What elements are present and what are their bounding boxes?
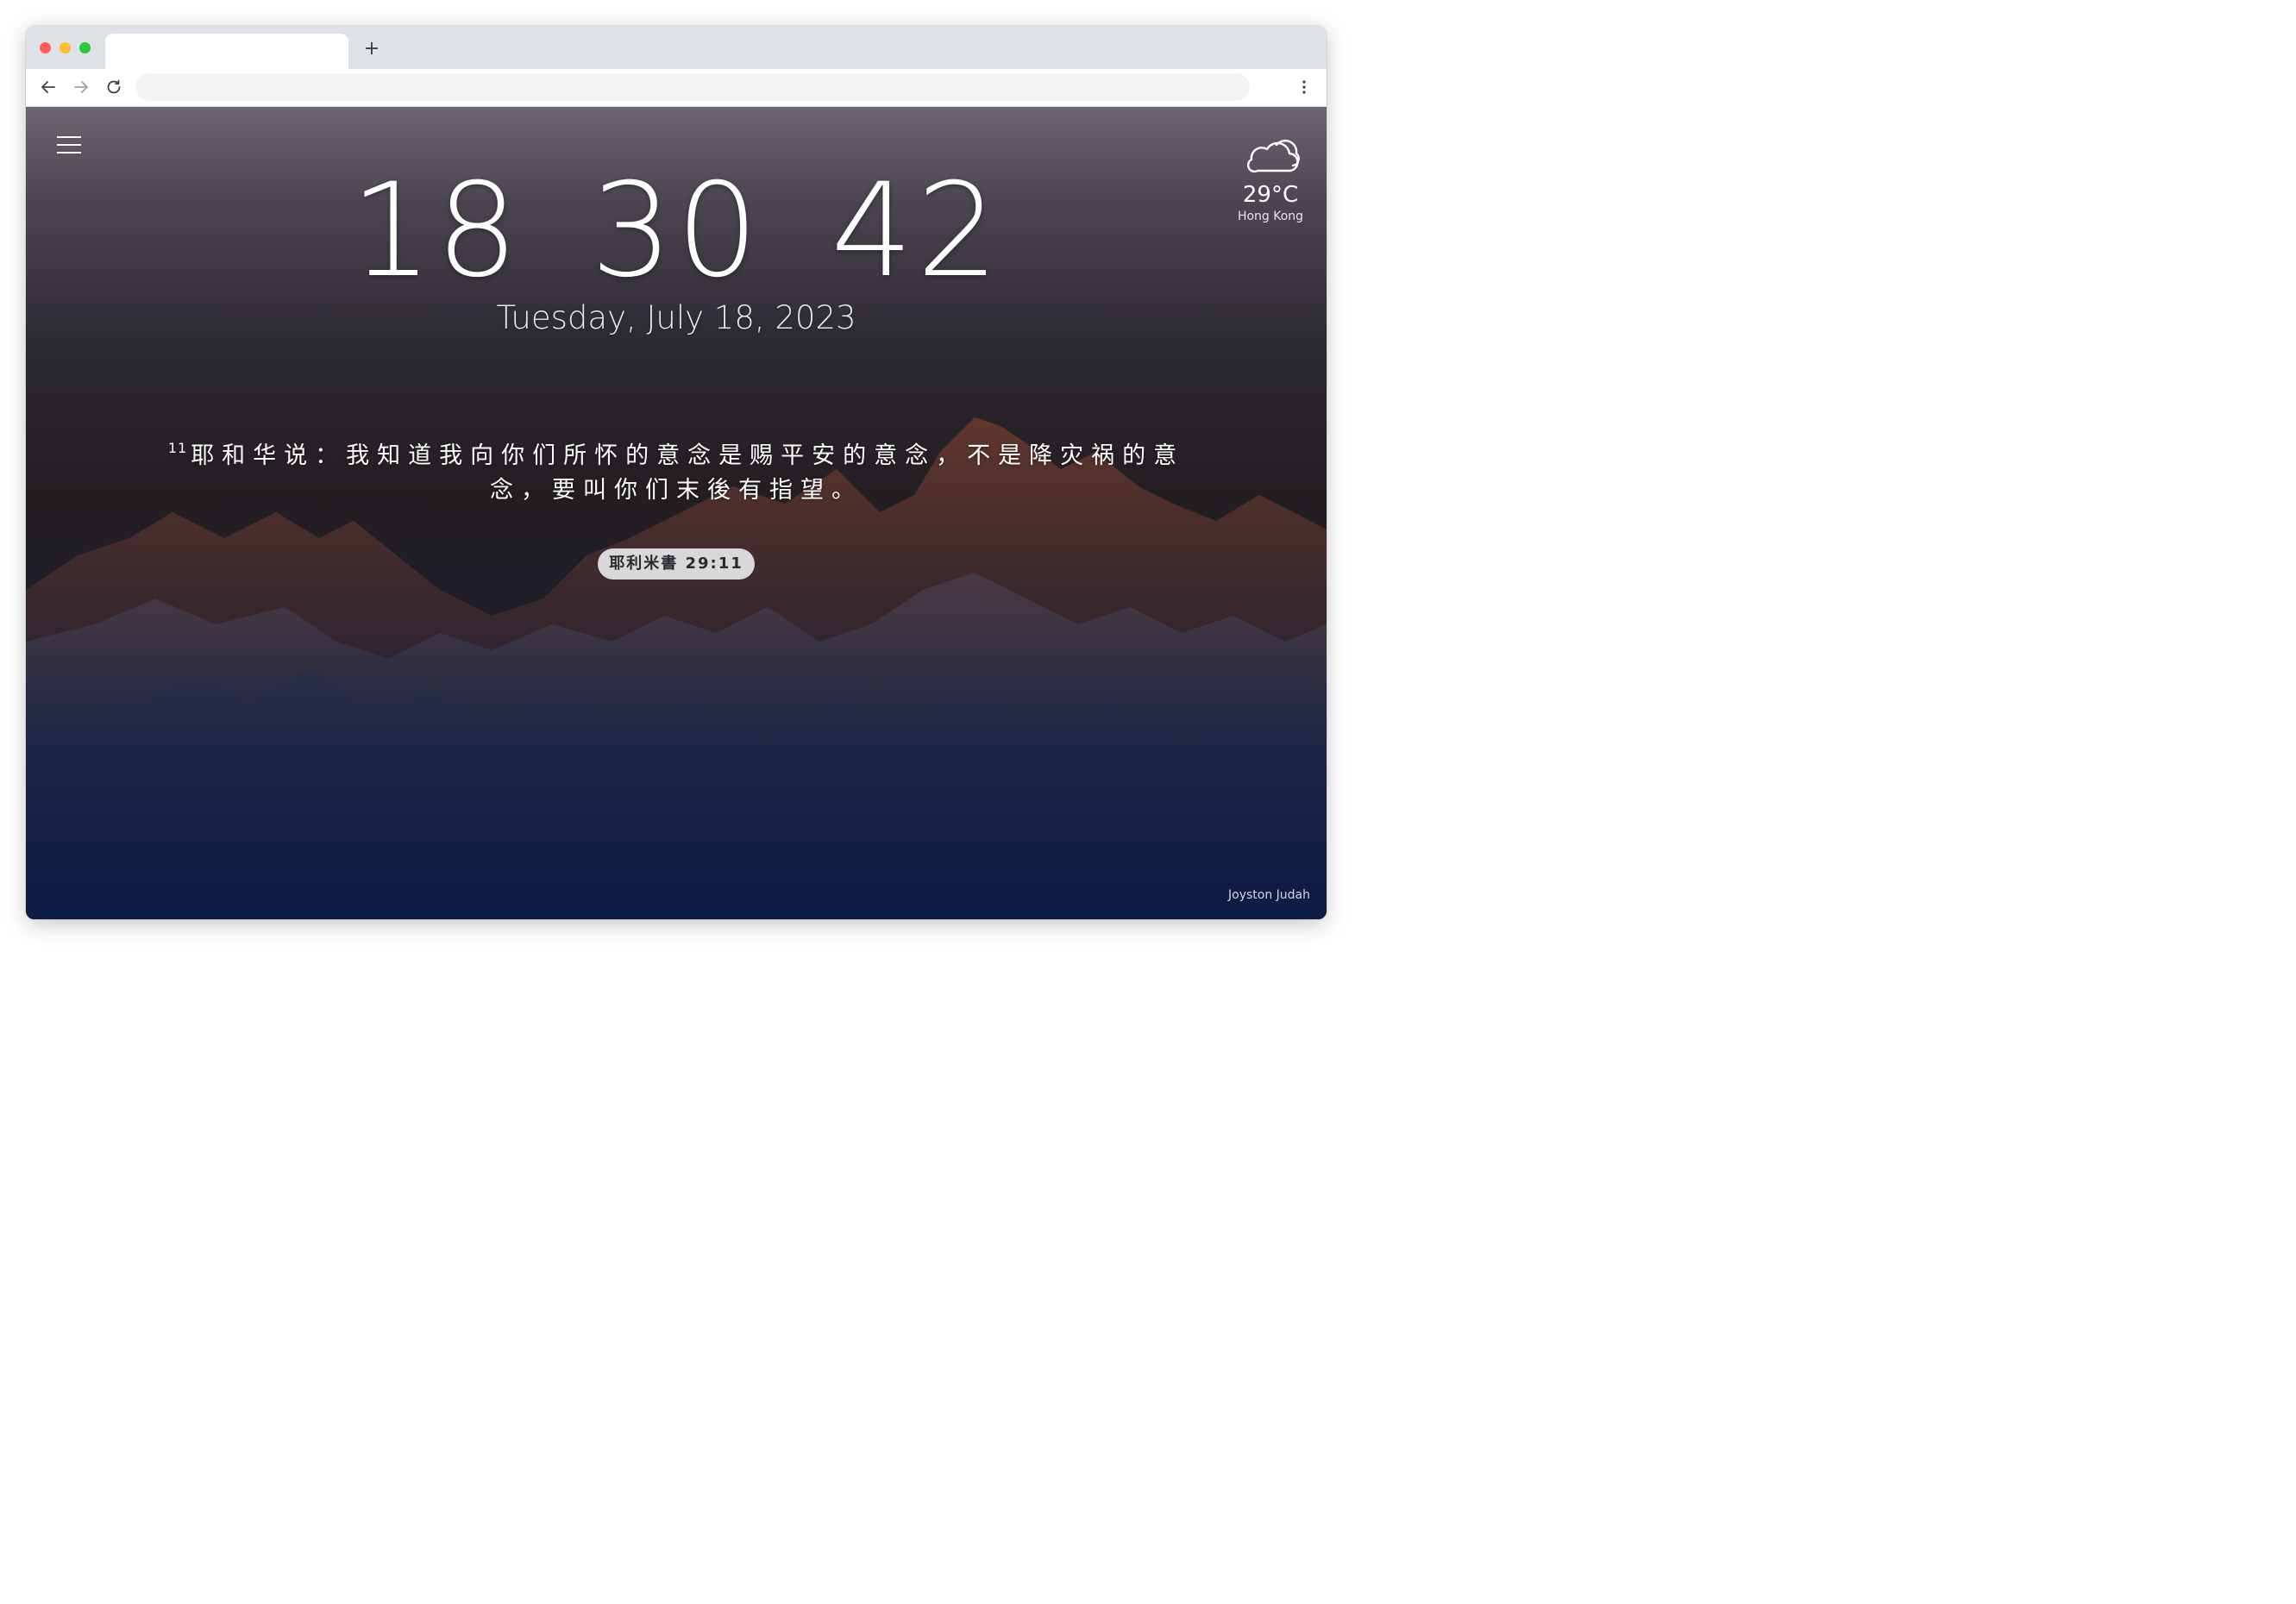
clock: 18 30 42 — [26, 154, 1327, 309]
more-vertical-icon — [1302, 80, 1306, 94]
arrow-right-icon — [74, 81, 88, 93]
current-date: Tuesday, July 18, 2023 — [496, 299, 856, 336]
verse-text: 耶和华说：我知道我向你们所怀的意念是赐平安的意念，不是降灾祸的意念，要叫你们末後… — [191, 442, 1185, 504]
bible-verse: 11 耶和华说：我知道我向你们所怀的意念是赐平安的意念，不是降灾祸的意念，要叫你们… — [138, 431, 1214, 508]
weather-temperature: 29°C — [1242, 182, 1299, 208]
active-tab[interactable] — [105, 34, 348, 69]
photo-credit[interactable]: Joyston Judah — [1228, 887, 1310, 903]
new-tab-button[interactable]: + — [361, 39, 382, 60]
clock-hours: 18 — [350, 156, 522, 306]
weather-widget[interactable]: 29°C Hong Kong — [1225, 133, 1316, 224]
hamburger-icon — [57, 136, 81, 138]
clock-seconds: 42 — [831, 156, 1002, 306]
clock-minutes: 30 — [590, 156, 762, 306]
back-button[interactable] — [38, 77, 59, 97]
new-tab-page: 18 30 42 Tuesday, July 18, 2023 29°C Hon… — [26, 107, 1327, 919]
maximize-window-button[interactable] — [79, 42, 91, 53]
browser-menu-button[interactable] — [1294, 77, 1314, 97]
reload-icon — [107, 79, 121, 94]
arrow-left-icon — [41, 81, 55, 93]
verse-reference-button[interactable]: 耶利米書 29:11 — [598, 548, 755, 580]
close-window-button[interactable] — [40, 42, 51, 53]
tab-strip: + — [26, 26, 1327, 69]
forward-button[interactable] — [71, 77, 91, 97]
address-bar[interactable] — [135, 73, 1250, 101]
minimize-window-button[interactable] — [60, 42, 71, 53]
weather-city: Hong Kong — [1237, 210, 1304, 223]
browser-toolbar — [26, 69, 1327, 107]
cloud-icon — [1246, 139, 1300, 173]
reload-button[interactable] — [104, 77, 124, 97]
verse-number: 11 — [167, 440, 188, 456]
browser-window: + 18 30 42 Tuesday, July 18, 2023 29°C H… — [26, 26, 1327, 919]
